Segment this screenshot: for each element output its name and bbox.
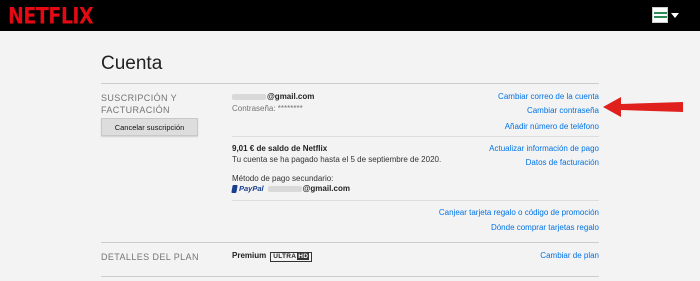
top-bar: NETFLIX — [0, 0, 700, 31]
paypal-method: PayPal @gmail.com — [231, 184, 350, 193]
balance-text: 9,01 € de saldo de Netflix — [232, 144, 328, 153]
add-phone-link[interactable]: Añadir número de teléfono — [505, 122, 599, 131]
divider — [232, 200, 599, 201]
avatar-icon[interactable] — [652, 7, 668, 23]
change-plan-link[interactable]: Cambiar de plan — [540, 251, 599, 260]
paypal-icon — [231, 184, 238, 193]
netflix-logo[interactable]: NETFLIX — [8, 4, 94, 29]
update-payment-link[interactable]: Actualizar información de pago — [489, 144, 599, 153]
annotation-arrow-icon — [603, 97, 683, 117]
page-title: Cuenta — [101, 53, 163, 74]
cancel-membership-button[interactable]: Cancelar suscripción — [101, 118, 198, 136]
account-email: @gmail.com — [232, 92, 314, 101]
change-email-link[interactable]: Cambiar correo de la cuenta — [498, 92, 599, 101]
divider — [101, 276, 599, 277]
caret-down-icon[interactable] — [671, 12, 679, 18]
buy-gift-cards-link[interactable]: Dónde comprar tarjetas regalo — [491, 223, 599, 232]
plan-name: Premium ULTRA HD — [232, 251, 313, 262]
redeem-gift-card-link[interactable]: Canjear tarjeta regalo o código de promo… — [439, 208, 599, 217]
redacted-paypal-email — [267, 185, 302, 192]
divider — [232, 136, 599, 137]
ultra-hd-badge: ULTRA HD — [270, 252, 313, 262]
paid-until-text: Tu cuenta se ha pagado hasta el 5 de sep… — [232, 155, 442, 164]
divider — [101, 242, 599, 243]
secondary-payment-label: Método de pago secundario: — [232, 174, 334, 183]
paypal-logo: PayPal — [239, 184, 264, 193]
profile-menu[interactable] — [652, 7, 679, 23]
membership-section-title: SUSCRIPCIÓN Y FACTURACIÓN — [101, 93, 177, 115]
password-label: Contraseña: ******** — [232, 104, 303, 113]
redacted-email-name — [232, 93, 266, 100]
plan-section-title: DETALLES DEL PLAN — [101, 252, 199, 262]
billing-details-link[interactable]: Datos de facturación — [526, 158, 599, 167]
change-password-link[interactable]: Cambiar contraseña — [527, 106, 599, 115]
divider — [101, 83, 599, 84]
